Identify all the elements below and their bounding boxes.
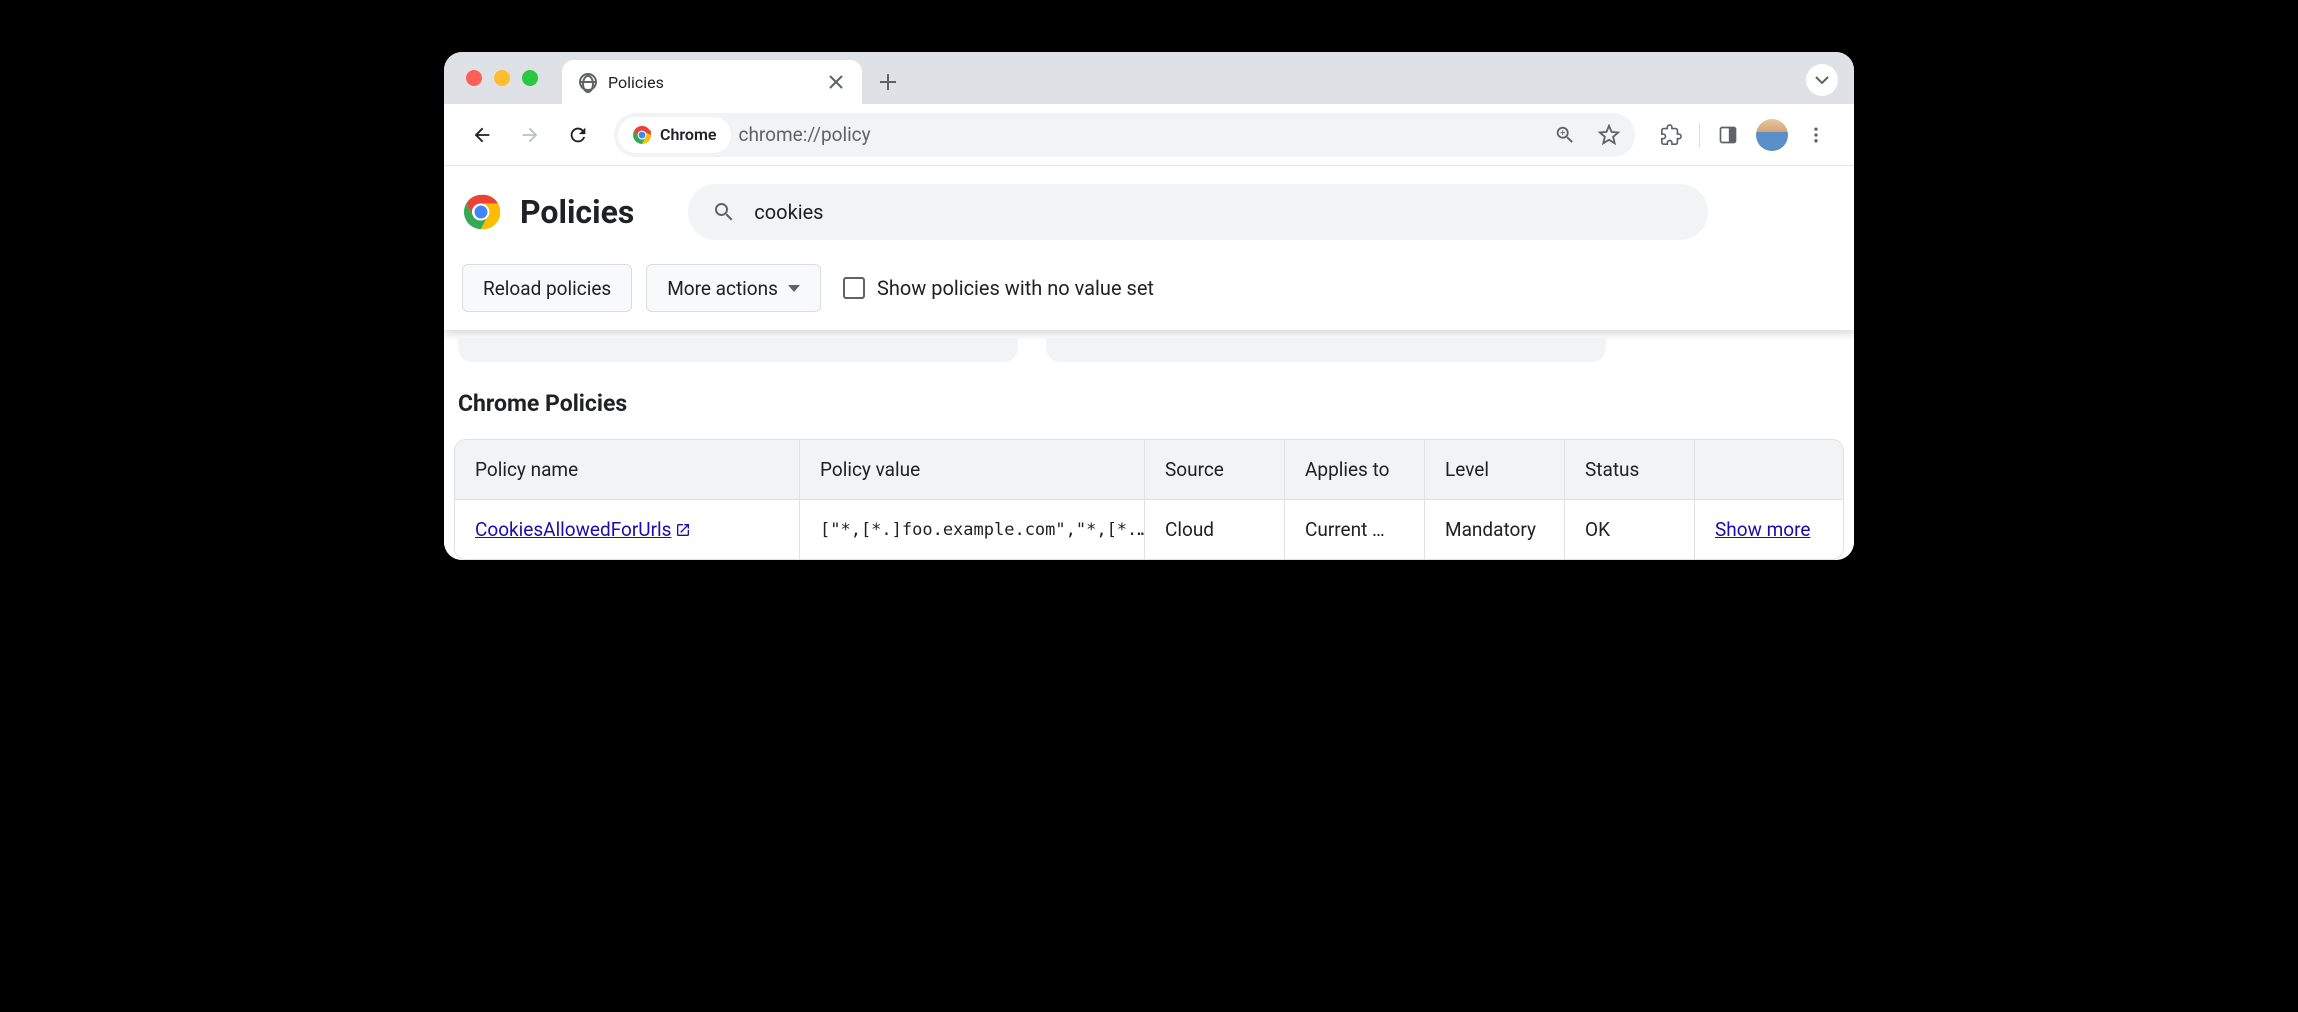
policy-level-cell: Mandatory [1425,500,1565,559]
col-header-name: Policy name [455,440,800,499]
table-row: CookiesAllowedForUrls ["*,[*.]foo.exampl… [455,500,1843,559]
section-title: Chrome Policies [458,390,1844,417]
browser-tab[interactable]: Policies [562,60,862,104]
forward-button[interactable] [510,115,550,155]
actions-row: Reload policies More actions Show polici… [462,240,1830,312]
address-bar[interactable]: Chrome chrome://policy [614,113,1635,157]
show-unset-checkbox[interactable] [843,277,865,299]
toolbar-divider [1699,123,1700,147]
col-header-level: Level [1425,440,1565,499]
page-content: Policies Reload policies More actions Sh… [444,166,1854,560]
menu-icon[interactable] [1796,115,1836,155]
chrome-logo-icon [462,193,500,231]
profile-avatar[interactable] [1756,119,1788,151]
table-header: Policy name Policy value Source Applies … [455,440,1843,500]
back-button[interactable] [462,115,502,155]
show-unset-label: Show policies with no value set [877,276,1154,300]
window-maximize-button[interactable] [522,70,538,86]
policy-table: Policy name Policy value Source Applies … [454,439,1844,560]
search-icon [712,200,736,224]
browser-window: Policies [444,52,1854,560]
col-header-value: Policy value [800,440,1145,499]
traffic-lights [466,70,538,86]
side-panel-icon[interactable] [1708,115,1748,155]
policy-search-input[interactable] [754,200,1684,224]
col-header-source: Source [1145,440,1285,499]
col-header-applies: Applies to [1285,440,1425,499]
show-more-link[interactable]: Show more [1715,518,1810,541]
col-header-status: Status [1565,440,1695,499]
site-info-label: Chrome [660,125,717,144]
reload-button[interactable] [558,115,598,155]
site-info-chip[interactable]: Chrome [618,117,731,153]
policy-name-link[interactable]: CookiesAllowedForUrls [475,518,691,541]
window-minimize-button[interactable] [494,70,510,86]
url-text: chrome://policy [739,123,871,146]
policy-status-cell: OK [1565,500,1695,559]
toolbar-right [1651,115,1836,155]
show-unset-checkbox-row: Show policies with no value set [843,276,1154,300]
page-title: Policies [520,193,634,231]
chevron-down-icon [788,285,800,292]
tab-title: Policies [608,73,816,92]
more-actions-button[interactable]: More actions [646,264,821,312]
policy-value-cell: ["*,[*.]foo.example.com","*,[*.… [800,500,1145,559]
tab-search-button[interactable] [1806,64,1838,96]
bookmark-icon[interactable] [1591,117,1627,153]
new-tab-button[interactable] [870,64,906,100]
close-icon[interactable] [826,72,846,92]
globe-icon [578,72,598,92]
window-close-button[interactable] [466,70,482,86]
status-cards [454,330,1844,362]
policy-action-cell: Show more [1695,500,1831,559]
policy-applies-cell: Current … [1285,500,1425,559]
browser-toolbar: Chrome chrome://policy [444,104,1854,166]
page-header: Policies Reload policies More actions Sh… [444,166,1854,330]
reload-policies-button[interactable]: Reload policies [462,264,632,312]
scroll-area: Chrome Policies Policy name Policy value… [444,330,1854,560]
col-header-action [1695,440,1831,499]
status-card [458,338,1018,362]
extensions-icon[interactable] [1651,115,1691,155]
policy-name-cell: CookiesAllowedForUrls [455,500,800,559]
policy-search-box[interactable] [688,184,1708,240]
policy-source-cell: Cloud [1145,500,1285,559]
tab-strip: Policies [444,52,1854,104]
status-card [1046,338,1606,362]
chrome-icon [632,125,652,145]
external-link-icon [675,522,691,538]
zoom-icon[interactable] [1547,117,1583,153]
